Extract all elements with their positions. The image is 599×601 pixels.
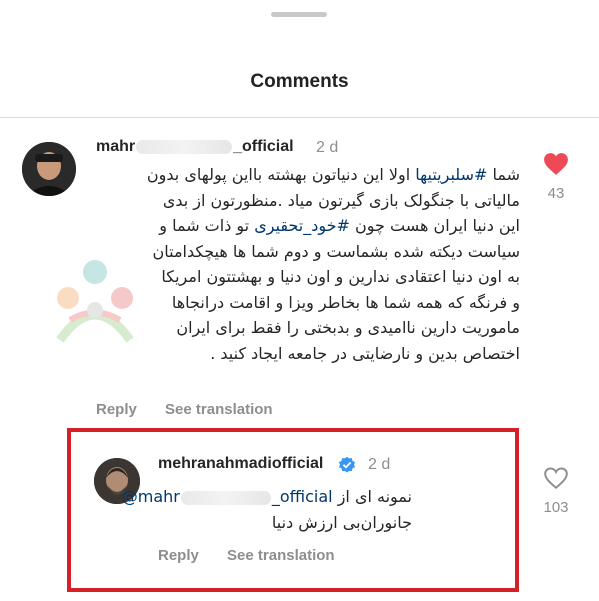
- redacted-username-blur: [180, 490, 271, 505]
- comment-line: سیاست دیکته شده بشماست و دوم شما ها هیچک…: [152, 241, 520, 261]
- like-count: 43: [547, 185, 565, 202]
- heart-filled-icon[interactable]: [543, 152, 569, 176]
- reply-timestamp: 2 d: [368, 456, 391, 473]
- reply-line-2: جانوران‌بی ارزش دنیا: [271, 513, 412, 532]
- see-translation-button[interactable]: See translation: [165, 401, 273, 418]
- redacted-username-blur: [136, 139, 233, 154]
- comment-line: شما #سلبریتیها اولا این دنیاتون بهشته با…: [146, 165, 520, 184]
- avatar[interactable]: [22, 142, 76, 196]
- reply-text: نمونه ای از @mahr _official جانوران‌بی ار…: [121, 484, 412, 536]
- comment-actions: Reply See translation: [96, 401, 297, 418]
- comment-username[interactable]: mahr _official: [96, 138, 294, 156]
- like-count: 103: [543, 499, 569, 516]
- comment-text: شما #سلبریتیها اولا این دنیاتون بهشته با…: [92, 162, 520, 366]
- profile-photo: [22, 142, 76, 196]
- reply-actions: Reply See translation: [158, 547, 359, 564]
- see-translation-button[interactable]: See translation: [227, 547, 335, 564]
- reply-username[interactable]: mehranahmadiofficial: [158, 455, 323, 473]
- hashtag-link[interactable]: #خود_تحقیری: [254, 216, 350, 235]
- header-divider: [0, 117, 599, 118]
- comment-line: به اون دنیا اعتقادی ندارین و اون دنیا و …: [161, 267, 520, 286]
- comment-line: این دنیا ایران هست چون #خود_تحقیری تو ذا…: [159, 216, 520, 235]
- verified-badge-icon: [338, 456, 356, 473]
- heart-outline-icon[interactable]: [543, 466, 569, 490]
- hashtag-link[interactable]: #سلبریتیها: [415, 165, 487, 184]
- reply-button[interactable]: Reply: [158, 547, 199, 564]
- reply-button[interactable]: Reply: [96, 401, 137, 418]
- comment-line: ماموریت دارین ناامیدی و بدبختی را فقط بر…: [176, 318, 520, 337]
- comment-line: اختصاص بدین و نارضایتی در جامعه ایجاد کن…: [210, 343, 520, 363]
- comments-sheet: Comments mahr _official 2 d شما #سلبریتیه…: [0, 0, 599, 601]
- drag-handle[interactable]: [271, 12, 327, 17]
- comment-line: مالیاتی با جنگولک بازی گیرتون میاد .منظو…: [162, 190, 520, 210]
- reply-like: 103: [536, 466, 576, 516]
- comment-line: و فرنگه که همه شما ها بخاطر ویزا و اقامت…: [171, 292, 520, 312]
- comment-like: 43: [536, 152, 576, 202]
- reply-line-1: نمونه ای از @mahr _official: [121, 487, 412, 506]
- mention-link[interactable]: @mahr _official: [122, 487, 333, 506]
- sheet-title: Comments: [250, 71, 349, 92]
- comment-timestamp: 2 d: [316, 139, 339, 156]
